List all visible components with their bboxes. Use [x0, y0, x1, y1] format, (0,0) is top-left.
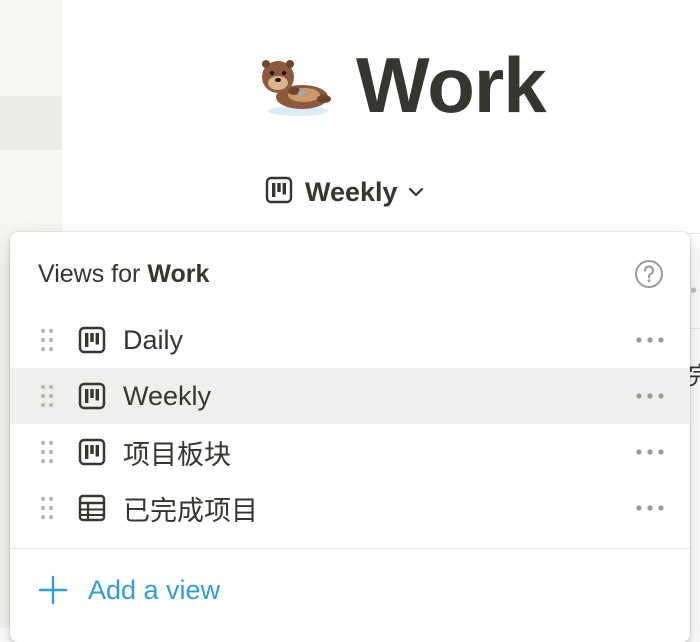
popup-title-name: Work: [147, 259, 210, 288]
drag-handle-icon[interactable]: [39, 326, 55, 354]
popup-title-prefix: Views for: [38, 259, 148, 288]
chevron-down-icon: [406, 182, 426, 202]
add-view-button[interactable]: Add a view: [38, 570, 220, 610]
board-icon: [77, 381, 107, 411]
more-options-icon[interactable]: [634, 498, 666, 518]
current-view-label: Weekly: [305, 176, 398, 207]
view-label: 项目板块: [123, 439, 231, 470]
view-item-daily[interactable]: Daily: [10, 312, 690, 368]
plus-icon: [38, 575, 68, 605]
page-title: Work: [356, 41, 547, 129]
view-item-weekly[interactable]: Weekly: [10, 368, 690, 424]
view-list: Daily Weekly 项目板块 已完成项目: [10, 312, 690, 536]
view-label: Daily: [123, 324, 184, 355]
drag-handle-icon[interactable]: [39, 494, 55, 522]
popup-title: Views for Work: [38, 260, 209, 289]
table-icon: [77, 493, 107, 523]
add-view-label: Add a view: [88, 574, 221, 605]
sea-otter-icon[interactable]: [258, 51, 334, 119]
board-icon: [77, 325, 107, 355]
view-item-project-board[interactable]: 项目板块: [10, 424, 690, 480]
divider: [10, 548, 690, 549]
view-label: 已完成项目: [123, 495, 258, 526]
page-header: Work: [258, 40, 547, 130]
views-popup: Views for Work Daily Weekly 项目板块 已完成项目 A…: [10, 232, 690, 642]
view-label: Weekly: [123, 380, 212, 411]
popup-header: Views for Work: [38, 254, 664, 294]
sidebar-item[interactable]: [0, 96, 62, 150]
board-icon: [265, 176, 293, 209]
view-switcher[interactable]: Weekly: [265, 172, 426, 212]
more-options-icon[interactable]: [634, 442, 666, 462]
board-icon: [77, 437, 107, 467]
more-options-icon[interactable]: [634, 386, 666, 406]
view-item-completed-projects[interactable]: 已完成项目: [10, 480, 690, 536]
more-icon: ••: [690, 280, 700, 302]
more-options-icon[interactable]: [634, 330, 666, 350]
drag-handle-icon[interactable]: [39, 438, 55, 466]
drag-handle-icon[interactable]: [39, 382, 55, 410]
help-icon[interactable]: [634, 259, 664, 289]
